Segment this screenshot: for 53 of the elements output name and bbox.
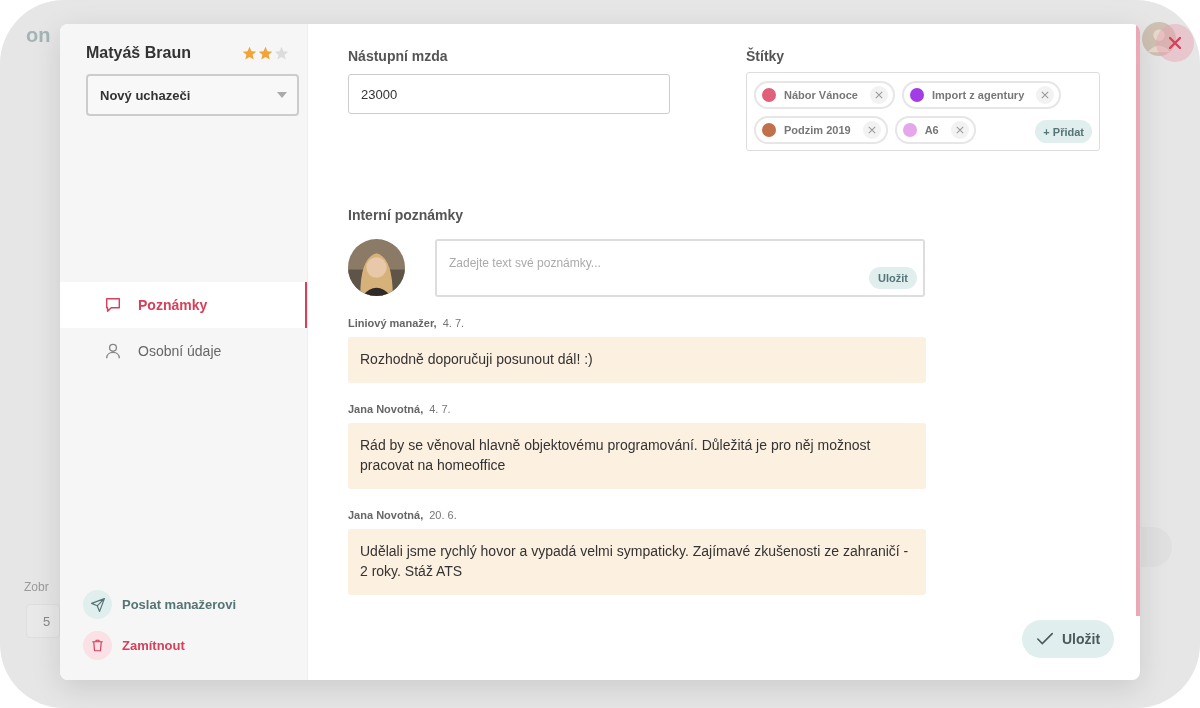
tag-chip[interactable]: Import z agentury [901, 81, 1062, 109]
section-heading: Interní poznámky [348, 207, 465, 223]
user-icon [104, 342, 122, 360]
note-author: Jana Novotná, [348, 403, 424, 415]
star-icon [258, 45, 273, 61]
save-button[interactable]: Uložit [1022, 620, 1114, 658]
tag-chip[interactable]: Nábor Vánoce [754, 81, 895, 109]
note-date: 4. 7. [429, 403, 451, 415]
close-icon [1169, 37, 1181, 49]
tag-chip[interactable]: Podzim 2019 [754, 116, 888, 144]
note-date: 4. 7. [442, 317, 465, 329]
action-link[interactable]: Poslat manažerovi [83, 590, 307, 619]
field-label: Štítky [746, 48, 786, 64]
note-input[interactable]: Zadejte text své poznámky... Uložit [435, 239, 925, 297]
remove-tag-button[interactable] [950, 121, 969, 139]
remove-tag-button[interactable] [1036, 86, 1055, 104]
nav-item[interactable]: Poznámky [60, 282, 307, 328]
save-note-button[interactable]: Uložit [869, 267, 917, 289]
trash-icon [90, 638, 105, 653]
note-author: Liniový manažer, [348, 317, 437, 329]
close-button[interactable] [1156, 24, 1194, 62]
action-link[interactable]: Zamítnout [83, 631, 307, 660]
send-icon [89, 596, 106, 613]
tag-chip[interactable]: A6 [894, 116, 976, 144]
field-label: Nástupní mzda [348, 48, 449, 64]
field-label: Zobr [24, 580, 49, 594]
tags-field[interactable]: Nábor Vánoce Import z agentury Podzim 2019 A6 + Přidat [746, 72, 1100, 151]
avatar [348, 239, 405, 296]
logo: on [26, 24, 51, 47]
nav-item[interactable]: Osobní údaje [60, 328, 307, 374]
note-text: Rozhodně doporučuji posunout dál! :) [348, 337, 926, 383]
star-rating[interactable] [242, 45, 289, 61]
close-icon [874, 91, 883, 99]
avatar[interactable] [1142, 22, 1176, 56]
star-icon [242, 45, 257, 61]
status-dropdown[interactable]: Nový uchazeči [86, 74, 299, 116]
close-icon [1041, 91, 1050, 99]
page-size-select[interactable]: 5 [26, 604, 60, 638]
close-icon [867, 126, 876, 134]
star-icon [274, 45, 289, 61]
chat-icon [104, 296, 122, 314]
scrollbar[interactable] [1136, 24, 1140, 616]
note-author: Jana Novotná, [348, 509, 424, 521]
note-text: Udělali jsme rychlý hovor a vypadá velmi sympaticky. Zajímavé zkušenosti ze zahraničí - 2 roky. Stáž ATS [348, 529, 926, 595]
note-text: Rád by se věnoval hlavně objektovému programování. Důležitá je pro něj možnost pracovat na homeoffice [348, 423, 926, 489]
note-date: 20. 6. [429, 509, 457, 521]
salary-input[interactable]: 23000 [348, 74, 670, 114]
candidate-name: Matyáš Braun [86, 44, 191, 62]
add-tag-button[interactable]: + Přidat [1035, 120, 1092, 143]
remove-tag-button[interactable] [862, 121, 881, 139]
remove-tag-button[interactable] [869, 86, 888, 104]
caret-icon [277, 92, 287, 98]
close-icon [955, 126, 964, 134]
